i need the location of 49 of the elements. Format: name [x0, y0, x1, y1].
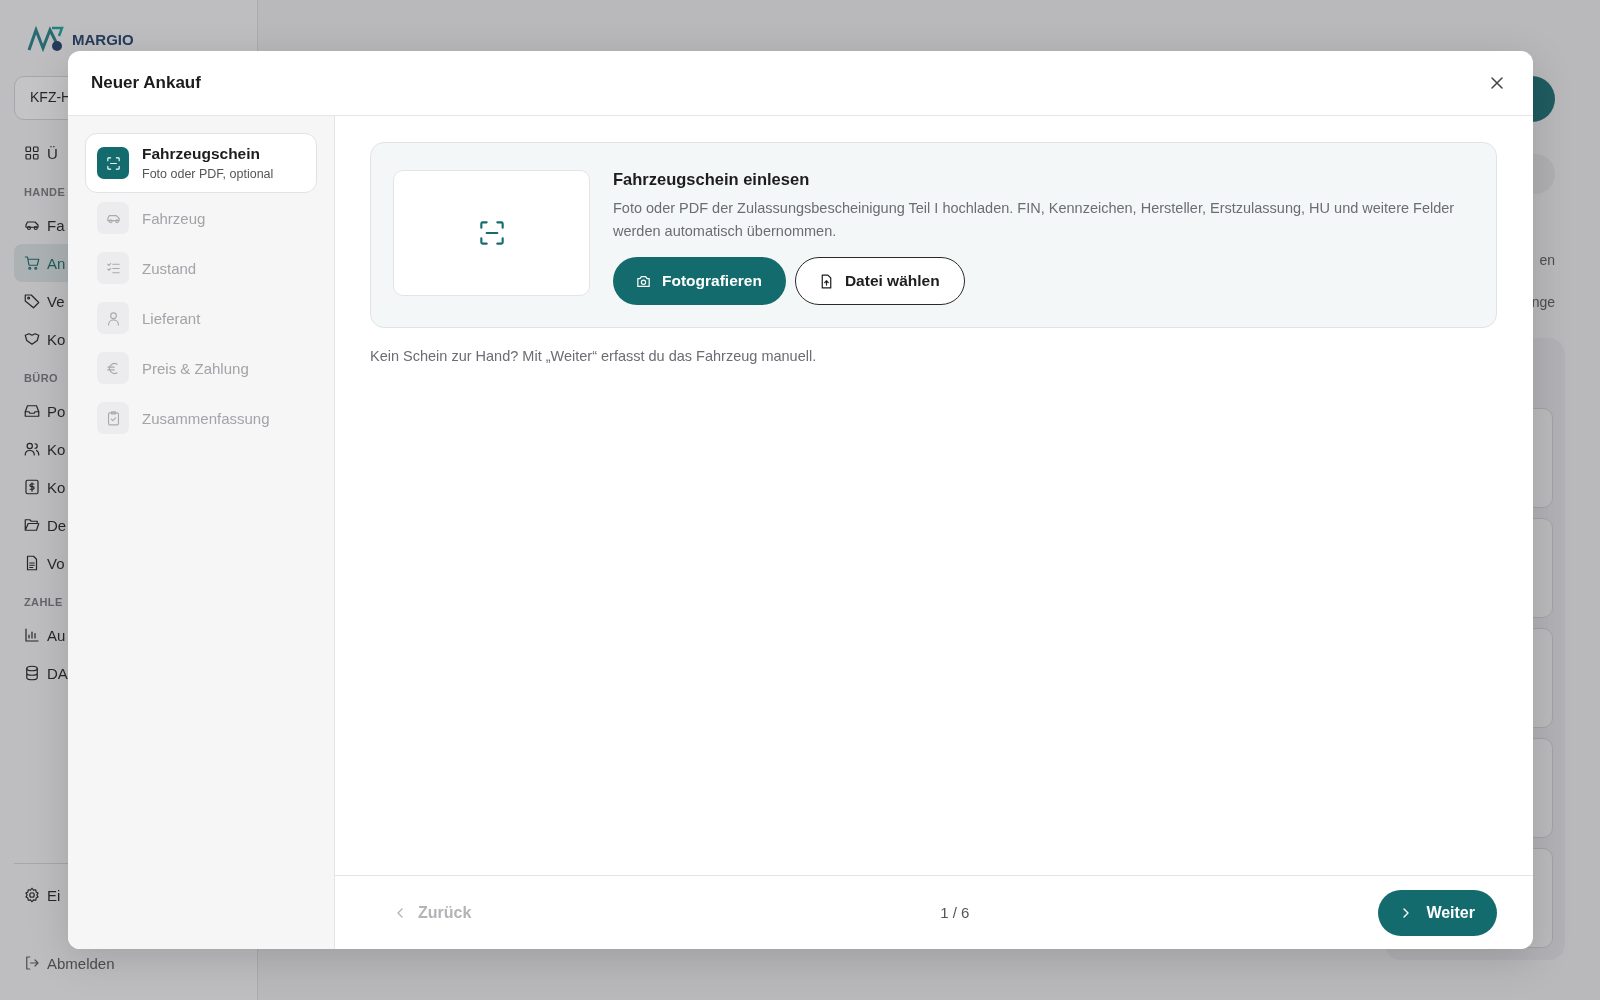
- nav-item[interactable]: An: [14, 244, 68, 282]
- step-label: Fahrzeugschein: [142, 145, 261, 163]
- upload-description: Foto oder PDF der Zulassungsbescheinigung Teil I hochladen. FIN, Kennzeichen, Hersteller, Erstzulassung, HU und weitere Felder werden automatisch übernommen.: [613, 199, 1456, 241]
- step-counter: 1 / 6: [940, 904, 970, 921]
- logo-icon: [26, 24, 66, 54]
- step-item[interactable]: Fahrzeugschein Foto oder PDF, optional: [85, 133, 317, 193]
- hint-text: Kein Schein zur Hand? Mit „Weiter“ erfasst du das Fahrzeug manuell.: [370, 348, 818, 364]
- step-label: Preis & Zahlung: [142, 359, 249, 377]
- tag-icon: [23, 292, 41, 310]
- photo-button[interactable]: Fotografieren: [613, 257, 786, 305]
- logout-item[interactable]: Abmelden: [14, 944, 134, 982]
- nav-item[interactable]: De: [14, 506, 68, 544]
- users-icon: [23, 440, 41, 458]
- nav-item[interactable]: Vo: [14, 544, 68, 582]
- step-subtitle: Foto oder PDF, optional: [142, 167, 274, 181]
- folder-icon: [23, 516, 41, 534]
- section-label: ZAHLE: [24, 596, 63, 608]
- step-label: Lieferant: [142, 309, 201, 327]
- grid-icon: [23, 144, 41, 162]
- nav-item[interactable]: Po: [14, 392, 68, 430]
- nav-item[interactable]: Ko: [14, 468, 68, 506]
- step-label: Zusammenfassung: [142, 409, 270, 427]
- next-button[interactable]: Weiter: [1378, 889, 1497, 936]
- dialog-title: Neuer Ankauf: [91, 73, 201, 93]
- step-label: Fahrzeug: [142, 209, 206, 227]
- nav-item[interactable]: Ko: [14, 430, 68, 468]
- step-label: Zustand: [142, 259, 197, 277]
- database-icon: [23, 664, 41, 682]
- section-label: BÜRO: [24, 372, 58, 384]
- inbox-icon: [23, 402, 41, 420]
- dollar-icon: [23, 478, 41, 496]
- nav-item[interactable]: Ko: [14, 320, 68, 358]
- file-button[interactable]: Datei wählen: [794, 257, 965, 305]
- scan-icon: [104, 154, 122, 172]
- cart-icon: [23, 254, 41, 272]
- nav-item[interactable]: Fa: [14, 206, 68, 244]
- section-label: HANDE: [24, 186, 66, 198]
- nav-item[interactable]: Au: [14, 616, 68, 654]
- upload-title: Fahrzeugschein einlesen: [613, 170, 811, 189]
- settings-item[interactable]: Ei: [14, 876, 68, 914]
- nav-item[interactable]: Ü: [14, 134, 68, 172]
- settings-icon: [23, 886, 41, 904]
- column-label: nge: [1531, 294, 1555, 310]
- chart-icon: [23, 626, 41, 644]
- nav-item[interactable]: Ve: [14, 282, 68, 320]
- nav-item[interactable]: DA: [14, 654, 68, 692]
- logout-icon: [23, 954, 41, 972]
- column-label: en: [1539, 252, 1555, 268]
- brand-name: MARGIO: [72, 30, 134, 48]
